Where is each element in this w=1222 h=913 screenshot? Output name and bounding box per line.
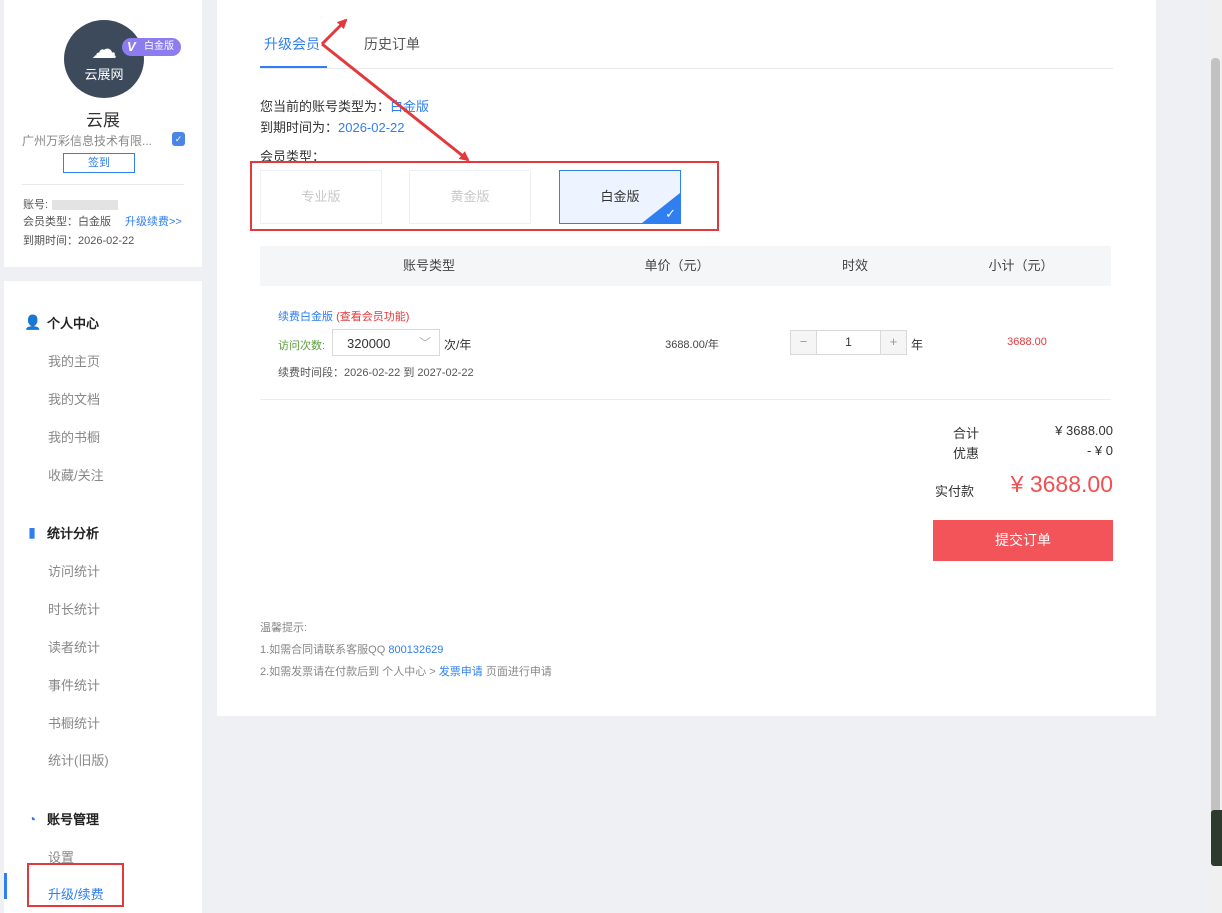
vip-badge-label: 白金版	[144, 41, 174, 52]
scrollbar-thumb[interactable]	[1211, 58, 1220, 818]
annotation-highlight-box	[27, 863, 124, 907]
visits-value: 320000	[347, 336, 391, 351]
increment-button[interactable]: +	[881, 331, 906, 354]
visits-label: 访问次数:	[278, 340, 326, 352]
active-indicator	[4, 873, 7, 899]
sidebar-item-homepage[interactable]: 我的主页	[48, 351, 100, 370]
sidebar-item-reader-stats[interactable]: 读者统计	[48, 637, 100, 656]
user-icon: 👤	[24, 314, 42, 330]
account-label: 账号:	[23, 199, 49, 211]
expire-info: 到期时间：2026-02-22	[23, 235, 135, 247]
sidebar-item-event-stats[interactable]: 事件统计	[48, 675, 100, 694]
avatar[interactable]: ☁ 云展网	[64, 20, 144, 98]
divider	[22, 184, 184, 185]
annotation-highlight-box	[250, 161, 719, 231]
side-widget[interactable]	[1211, 810, 1222, 866]
quantity-unit: 年	[911, 338, 924, 352]
account-type-value: 白金版	[390, 99, 430, 114]
tip2-text: 2.如需发票请在付款后到 个人中心 >	[260, 666, 436, 678]
upgrade-renew-link[interactable]: 升级续费>>	[125, 213, 182, 229]
nav-section-label: 个人中心	[47, 316, 100, 331]
current-account-type: 您当前的账号类型为：白金版	[260, 96, 429, 115]
discount-label: 优惠	[953, 446, 980, 461]
account-icon: ◔	[27, 810, 37, 827]
decrement-button[interactable]: −	[791, 331, 816, 354]
total-label: 合计	[953, 426, 980, 441]
column-header: 小计（元）	[988, 258, 1054, 273]
renew-title: 续费白金版 (查看会员功能)	[278, 308, 409, 324]
visits-select[interactable]: 320000 ﹀	[332, 329, 440, 356]
member-type-info: 会员类型：白金版	[23, 216, 111, 228]
tips-title: 温馨提示:	[260, 622, 308, 634]
active-tab-underline	[260, 66, 327, 68]
sidebar-item-visit-stats[interactable]: 访问统计	[48, 561, 100, 580]
quantity-input[interactable]: 1	[816, 331, 881, 354]
view-features-link[interactable]: (查看会员功能)	[336, 311, 409, 323]
avatar-brand: 云展网	[84, 66, 124, 82]
discount-value: - ¥ 0	[1086, 443, 1113, 458]
nav-section-stats: ▮ 统计分析	[24, 523, 99, 542]
qq-link[interactable]: 800132629	[388, 644, 443, 656]
sidebar-item-old-stats[interactable]: 统计(旧版)	[48, 750, 109, 769]
table-header: 账号类型 单价（元） 时效 小计（元）	[260, 246, 1111, 286]
sidebar-item-duration-stats[interactable]: 时长统计	[48, 599, 100, 618]
pay-amount: ¥ 3688.00	[1010, 471, 1113, 497]
company-name: 广州万彩信息技术有限...	[22, 134, 153, 148]
cloud-logo-icon: ☁	[91, 33, 117, 64]
renew-period: 续费时间段：2026-02-22 到 2027-02-22	[278, 367, 474, 379]
main-panel: 升级会员 历史订单 您当前的账号类型为：白金版 到期时间为：2026-02-22…	[217, 0, 1156, 716]
bar-chart-icon: ▮	[28, 524, 36, 540]
sidebar-item-documents[interactable]: 我的文档	[48, 389, 100, 408]
checkin-button[interactable]: 签到	[63, 153, 135, 173]
tab-upgrade-member[interactable]: 升级会员	[264, 34, 320, 54]
vip-v-icon: V	[127, 39, 136, 54]
tip-invoice: 2.如需发票请在付款后到 个人中心 > 发票申请 页面进行申请	[260, 663, 552, 679]
profile-card: ☁ 云展网 V 白金版 云展 广州万彩信息技术有限... ✓ 签到 账号: 会员…	[4, 0, 202, 267]
tab-bar: 升级会员 历史订单	[260, 0, 1113, 69]
nav-section-personal: 👤 个人中心	[24, 313, 99, 332]
sidebar-item-favorites[interactable]: 收藏/关注	[48, 465, 104, 484]
user-name: 云展	[86, 111, 120, 130]
row-subtotal: 3688.00	[1007, 336, 1047, 348]
quantity-stepper: − 1 +	[790, 330, 907, 355]
nav-section-label: 统计分析	[47, 526, 100, 541]
expire-prefix: 到期时间为：	[260, 120, 339, 135]
divider	[260, 399, 1111, 400]
pay-label: 实付款	[935, 484, 975, 499]
account-info: 账号:	[23, 196, 119, 212]
total-value: ¥ 3688.00	[1055, 423, 1113, 438]
column-header: 时效	[841, 258, 868, 273]
submit-order-button[interactable]: 提交订单	[933, 520, 1113, 561]
column-header: 单价（元）	[644, 258, 710, 273]
column-header: 账号类型	[402, 258, 455, 273]
nav-section-account: ◔ 账号管理	[24, 809, 99, 828]
vip-badge: V 白金版	[122, 38, 181, 56]
visits-unit: 次/年	[444, 338, 472, 352]
tip1-text: 1.如需合同请联系客服QQ	[260, 644, 386, 656]
account-blurred-value	[52, 200, 119, 211]
renew-plan-label: 续费白金版	[278, 311, 333, 323]
verified-shield-icon: ✓	[172, 132, 185, 146]
invoice-link[interactable]: 发票申请	[439, 666, 483, 678]
expire-date: 到期时间为：2026-02-22	[260, 117, 405, 136]
tip2-suffix: 页面进行申请	[485, 666, 552, 678]
chevron-down-icon: ﹀	[418, 336, 431, 350]
tab-order-history[interactable]: 历史订单	[364, 34, 420, 54]
account-type-prefix: 您当前的账号类型为：	[260, 99, 391, 114]
sidebar-item-bookshelf-stats[interactable]: 书橱统计	[48, 713, 100, 732]
sidebar-item-bookshelf[interactable]: 我的书橱	[48, 427, 100, 446]
unit-price: 3688.00/年	[665, 339, 719, 351]
tip-contract: 1.如需合同请联系客服QQ 800132629	[260, 641, 443, 657]
nav-section-label: 账号管理	[47, 812, 100, 827]
expire-value: 2026-02-22	[338, 120, 405, 135]
sidebar-nav: 👤 个人中心 我的主页 我的文档 我的书橱 收藏/关注 ▮ 统计分析 访问统计 …	[4, 281, 202, 913]
